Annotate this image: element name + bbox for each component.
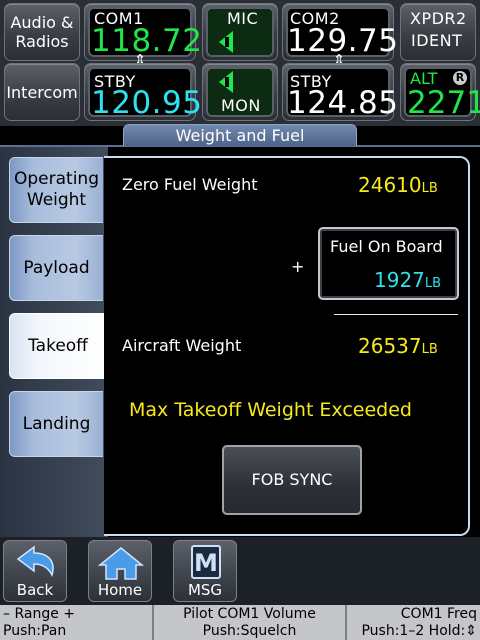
xpdr-ident-button[interactable]: XPDR2 IDENT <box>400 3 476 61</box>
knob-middle-line1: Pilot COM1 Volume <box>183 606 316 622</box>
knob-left-line2: Push:Pan <box>3 623 67 639</box>
knob-middle-line2: Push:Squelch <box>202 623 297 639</box>
tab-landing-label: Landing <box>22 413 91 434</box>
mic-com1-icon <box>219 31 233 53</box>
home-icon <box>97 547 145 580</box>
plus-sign: + <box>291 257 305 276</box>
fob-sync-button[interactable]: FOB SYNC <box>222 445 362 515</box>
knob-middle-hint: Pilot COM1 Volume Push:Squelch <box>154 606 345 640</box>
audio-label-line2: Radios <box>15 32 69 51</box>
mon-button[interactable]: MON <box>202 63 278 121</box>
intercom-button[interactable]: Intercom <box>4 63 80 121</box>
knob-right-line1: COM1 Freq <box>400 606 477 622</box>
tab-takeoff-label: Takeoff <box>28 335 88 356</box>
home-label: Home <box>97 581 143 599</box>
fob-number: 1927 <box>374 268 425 292</box>
tab-landing[interactable]: Landing <box>9 391 103 457</box>
aircraft-weight-label: Aircraft Weight <box>122 336 242 355</box>
sum-divider <box>334 314 458 315</box>
xpdr-code-button[interactable]: ALT R 2271 <box>400 63 480 121</box>
back-button[interactable]: Back <box>3 540 67 602</box>
mon-label: MON <box>221 96 261 115</box>
fob-label: Fuel On Board <box>330 237 443 256</box>
fob-unit: LB <box>424 276 442 291</box>
tab-payload[interactable]: Payload <box>9 235 103 301</box>
page-title: Weight and Fuel <box>123 124 357 146</box>
tab-operating-label-2: Weight <box>26 190 87 210</box>
tab-operating-weight[interactable]: Operating Weight <box>9 157 103 223</box>
com1-standby-button[interactable]: STBY 120.95 <box>84 63 202 121</box>
home-button[interactable]: Home <box>88 540 152 602</box>
com2-standby-button[interactable]: STBY 124.85 <box>282 63 398 121</box>
intercom-label: Intercom <box>6 83 78 102</box>
bottom-bar <box>0 537 480 605</box>
reply-icon: R <box>453 71 467 85</box>
xpdr-label: XPDR2 <box>410 9 467 28</box>
knob-left-line1: – Range + <box>3 606 76 622</box>
knob-right-line2: Push:1–2 Hold:⇕ <box>361 623 477 639</box>
back-label: Back <box>16 581 54 599</box>
msg-label: MSG <box>187 581 223 599</box>
zfw-unit: LB <box>421 181 438 196</box>
mic-label: MIC <box>227 9 259 28</box>
com1-standby-frequency: 120.95 <box>91 85 203 121</box>
aw-unit: LB <box>421 342 438 357</box>
max-takeoff-warning: Max Takeoff Weight Exceeded <box>129 399 412 421</box>
fob-value: 1927LB <box>374 268 441 292</box>
fuel-on-board-button[interactable]: Fuel On Board 1927LB <box>318 227 459 300</box>
mic-button[interactable]: MIC <box>202 3 278 61</box>
squawk-code: 2271 <box>407 85 480 121</box>
msg-icon: M <box>191 545 221 579</box>
aw-number: 26537 <box>358 334 422 358</box>
tab-operating-label-1: Operating <box>14 169 99 189</box>
tab-payload-label: Payload <box>23 257 90 278</box>
mon-com1-icon <box>219 71 233 93</box>
back-arrow-icon <box>16 545 54 578</box>
ident-label: IDENT <box>411 31 463 50</box>
zero-fuel-weight-value: 24610LB <box>358 173 438 197</box>
zfw-number: 24610 <box>358 173 422 197</box>
aircraft-weight-value: 26537LB <box>358 334 438 358</box>
com2-standby-frequency: 124.85 <box>287 85 399 121</box>
knob-left-hint: – Range + Push:Pan <box>3 606 75 640</box>
audio-radios-button[interactable]: Audio & Radios <box>4 3 80 61</box>
tab-takeoff[interactable]: Takeoff <box>9 313 106 379</box>
audio-label-line1: Audio & <box>10 13 74 32</box>
zero-fuel-weight-label: Zero Fuel Weight <box>122 175 258 194</box>
knob-right-hint: COM1 Freq Push:1–2 Hold:⇕ <box>347 606 477 640</box>
msg-button[interactable]: M MSG <box>173 540 237 602</box>
